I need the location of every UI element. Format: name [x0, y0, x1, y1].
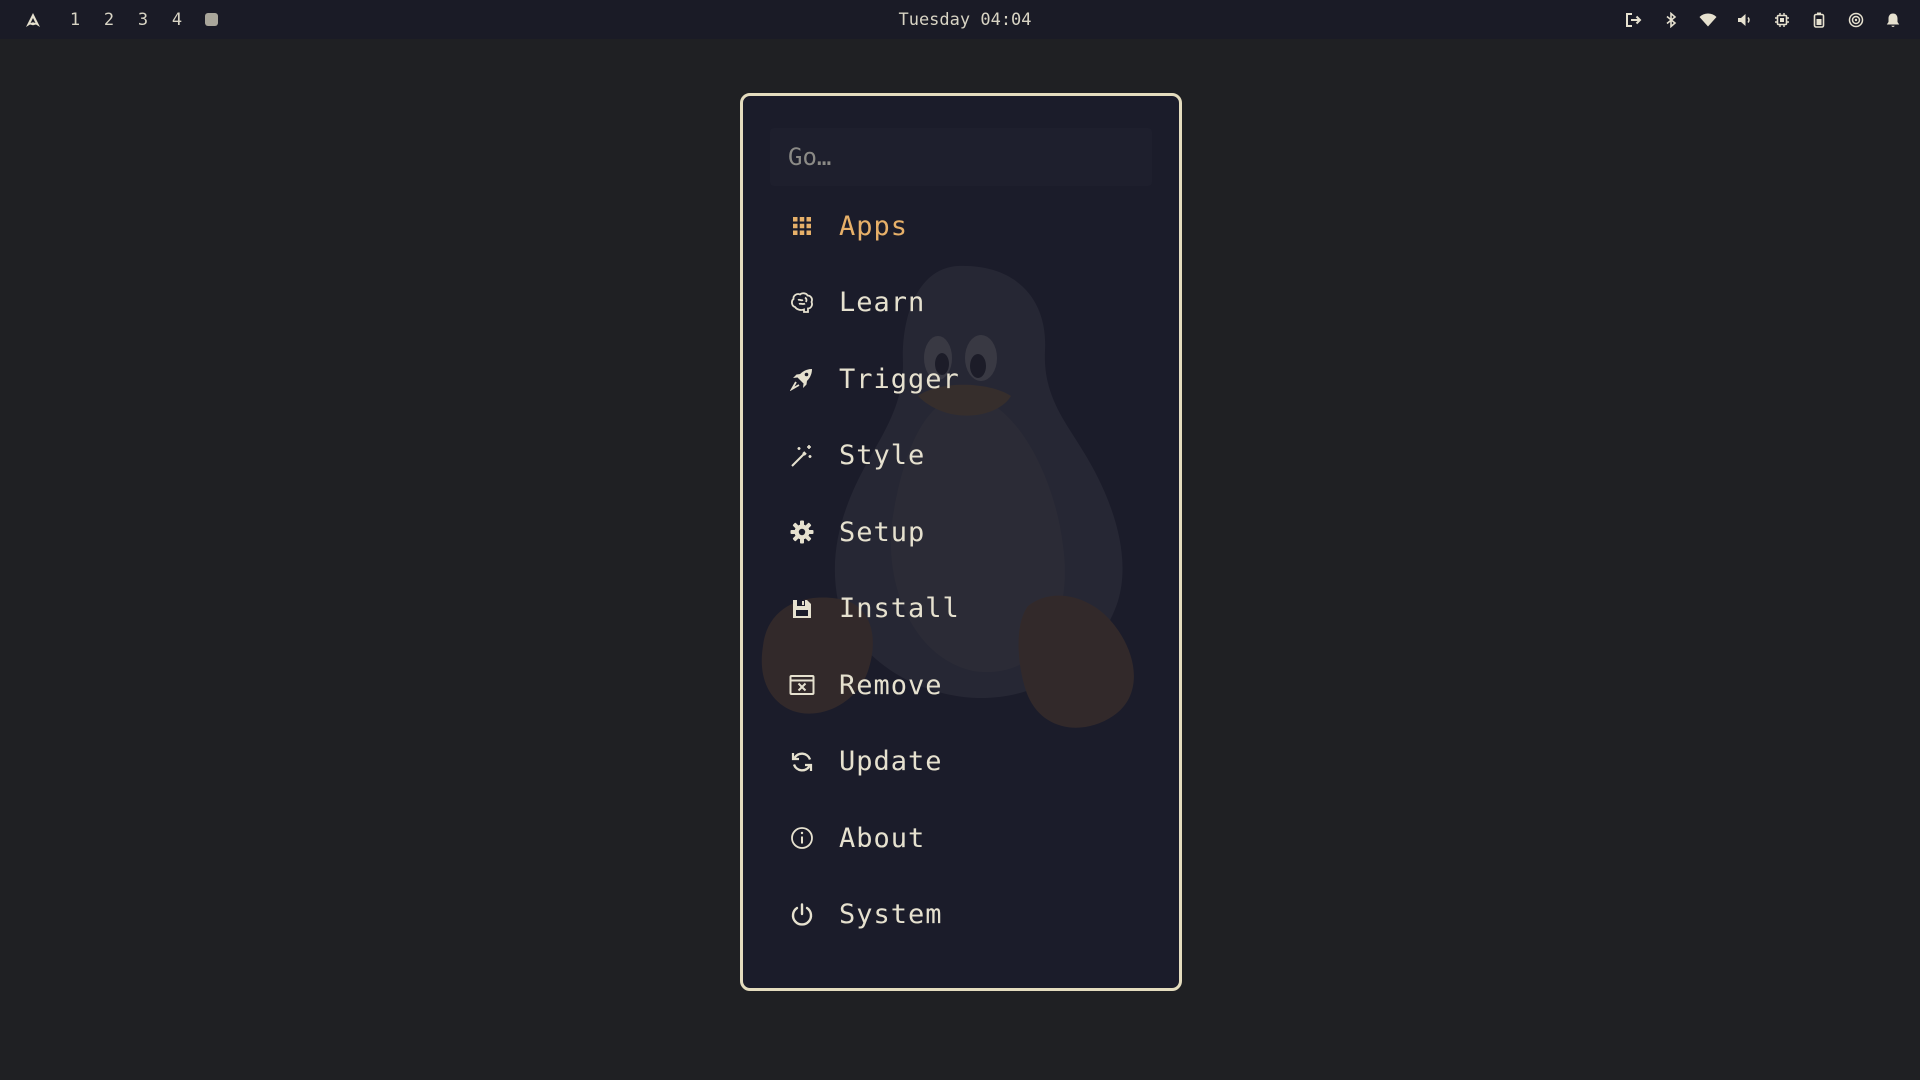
focus-icon[interactable] [1845, 9, 1867, 31]
system-tray [1608, 0, 1904, 39]
menu-item-setup[interactable]: Setup [743, 494, 1179, 571]
menu-item-learn[interactable]: Learn [743, 265, 1179, 342]
bell-icon[interactable] [1882, 9, 1904, 31]
menu-item-label: Style [839, 440, 926, 472]
menu-item-label: System [839, 899, 943, 931]
window-close-icon [789, 672, 815, 698]
menu-item-label: Remove [839, 669, 943, 701]
menu-item-label: Setup [839, 516, 926, 548]
rocket-icon [789, 366, 815, 392]
workspace-2[interactable]: 2 [92, 10, 126, 30]
magic-wand-icon [789, 443, 815, 469]
grid-icon [789, 213, 815, 239]
battery-icon[interactable] [1808, 9, 1830, 31]
brain-icon [789, 290, 815, 316]
launcher-menu-list: Apps Learn Trigger Style Setup Install R… [743, 188, 1179, 953]
cpu-icon[interactable] [1771, 9, 1793, 31]
menu-item-style[interactable]: Style [743, 418, 1179, 495]
search-input[interactable] [770, 142, 1130, 172]
gear-icon [789, 519, 815, 545]
menu-item-label: About [839, 822, 926, 854]
launcher-menu: Apps Learn Trigger [740, 93, 1182, 991]
workspace-3[interactable]: 3 [126, 10, 160, 30]
menu-item-label: Update [839, 746, 943, 778]
workspace-switcher: 1 2 3 4 [24, 0, 218, 39]
top-bar: 1 2 3 4 Tuesday 04:04 [0, 0, 1920, 39]
menu-item-remove[interactable]: Remove [743, 647, 1179, 724]
logout-icon[interactable] [1623, 9, 1645, 31]
search-bar [770, 128, 1152, 186]
menu-item-label: Install [839, 593, 960, 625]
menu-item-label: Learn [839, 287, 926, 319]
menu-item-install[interactable]: Install [743, 571, 1179, 648]
clock[interactable]: Tuesday 04:04 [898, 10, 1031, 30]
menu-item-about[interactable]: About [743, 800, 1179, 877]
volume-icon[interactable] [1734, 9, 1756, 31]
power-icon [789, 902, 815, 928]
menu-item-trigger[interactable]: Trigger [743, 341, 1179, 418]
menu-item-label: Apps [839, 210, 909, 242]
menu-item-label: Trigger [839, 363, 960, 395]
menu-item-apps[interactable]: Apps [743, 188, 1179, 265]
bluetooth-icon[interactable] [1660, 9, 1682, 31]
wifi-icon[interactable] [1697, 9, 1719, 31]
floppy-disk-icon [789, 596, 815, 622]
workspace-indicator[interactable] [205, 13, 218, 26]
workspace-1[interactable]: 1 [58, 10, 92, 30]
workspace-4[interactable]: 4 [160, 10, 194, 30]
arch-logo-icon[interactable] [24, 11, 42, 29]
info-icon [789, 825, 815, 851]
refresh-icon [789, 749, 815, 775]
menu-item-system[interactable]: System [743, 877, 1179, 954]
menu-item-update[interactable]: Update [743, 724, 1179, 801]
